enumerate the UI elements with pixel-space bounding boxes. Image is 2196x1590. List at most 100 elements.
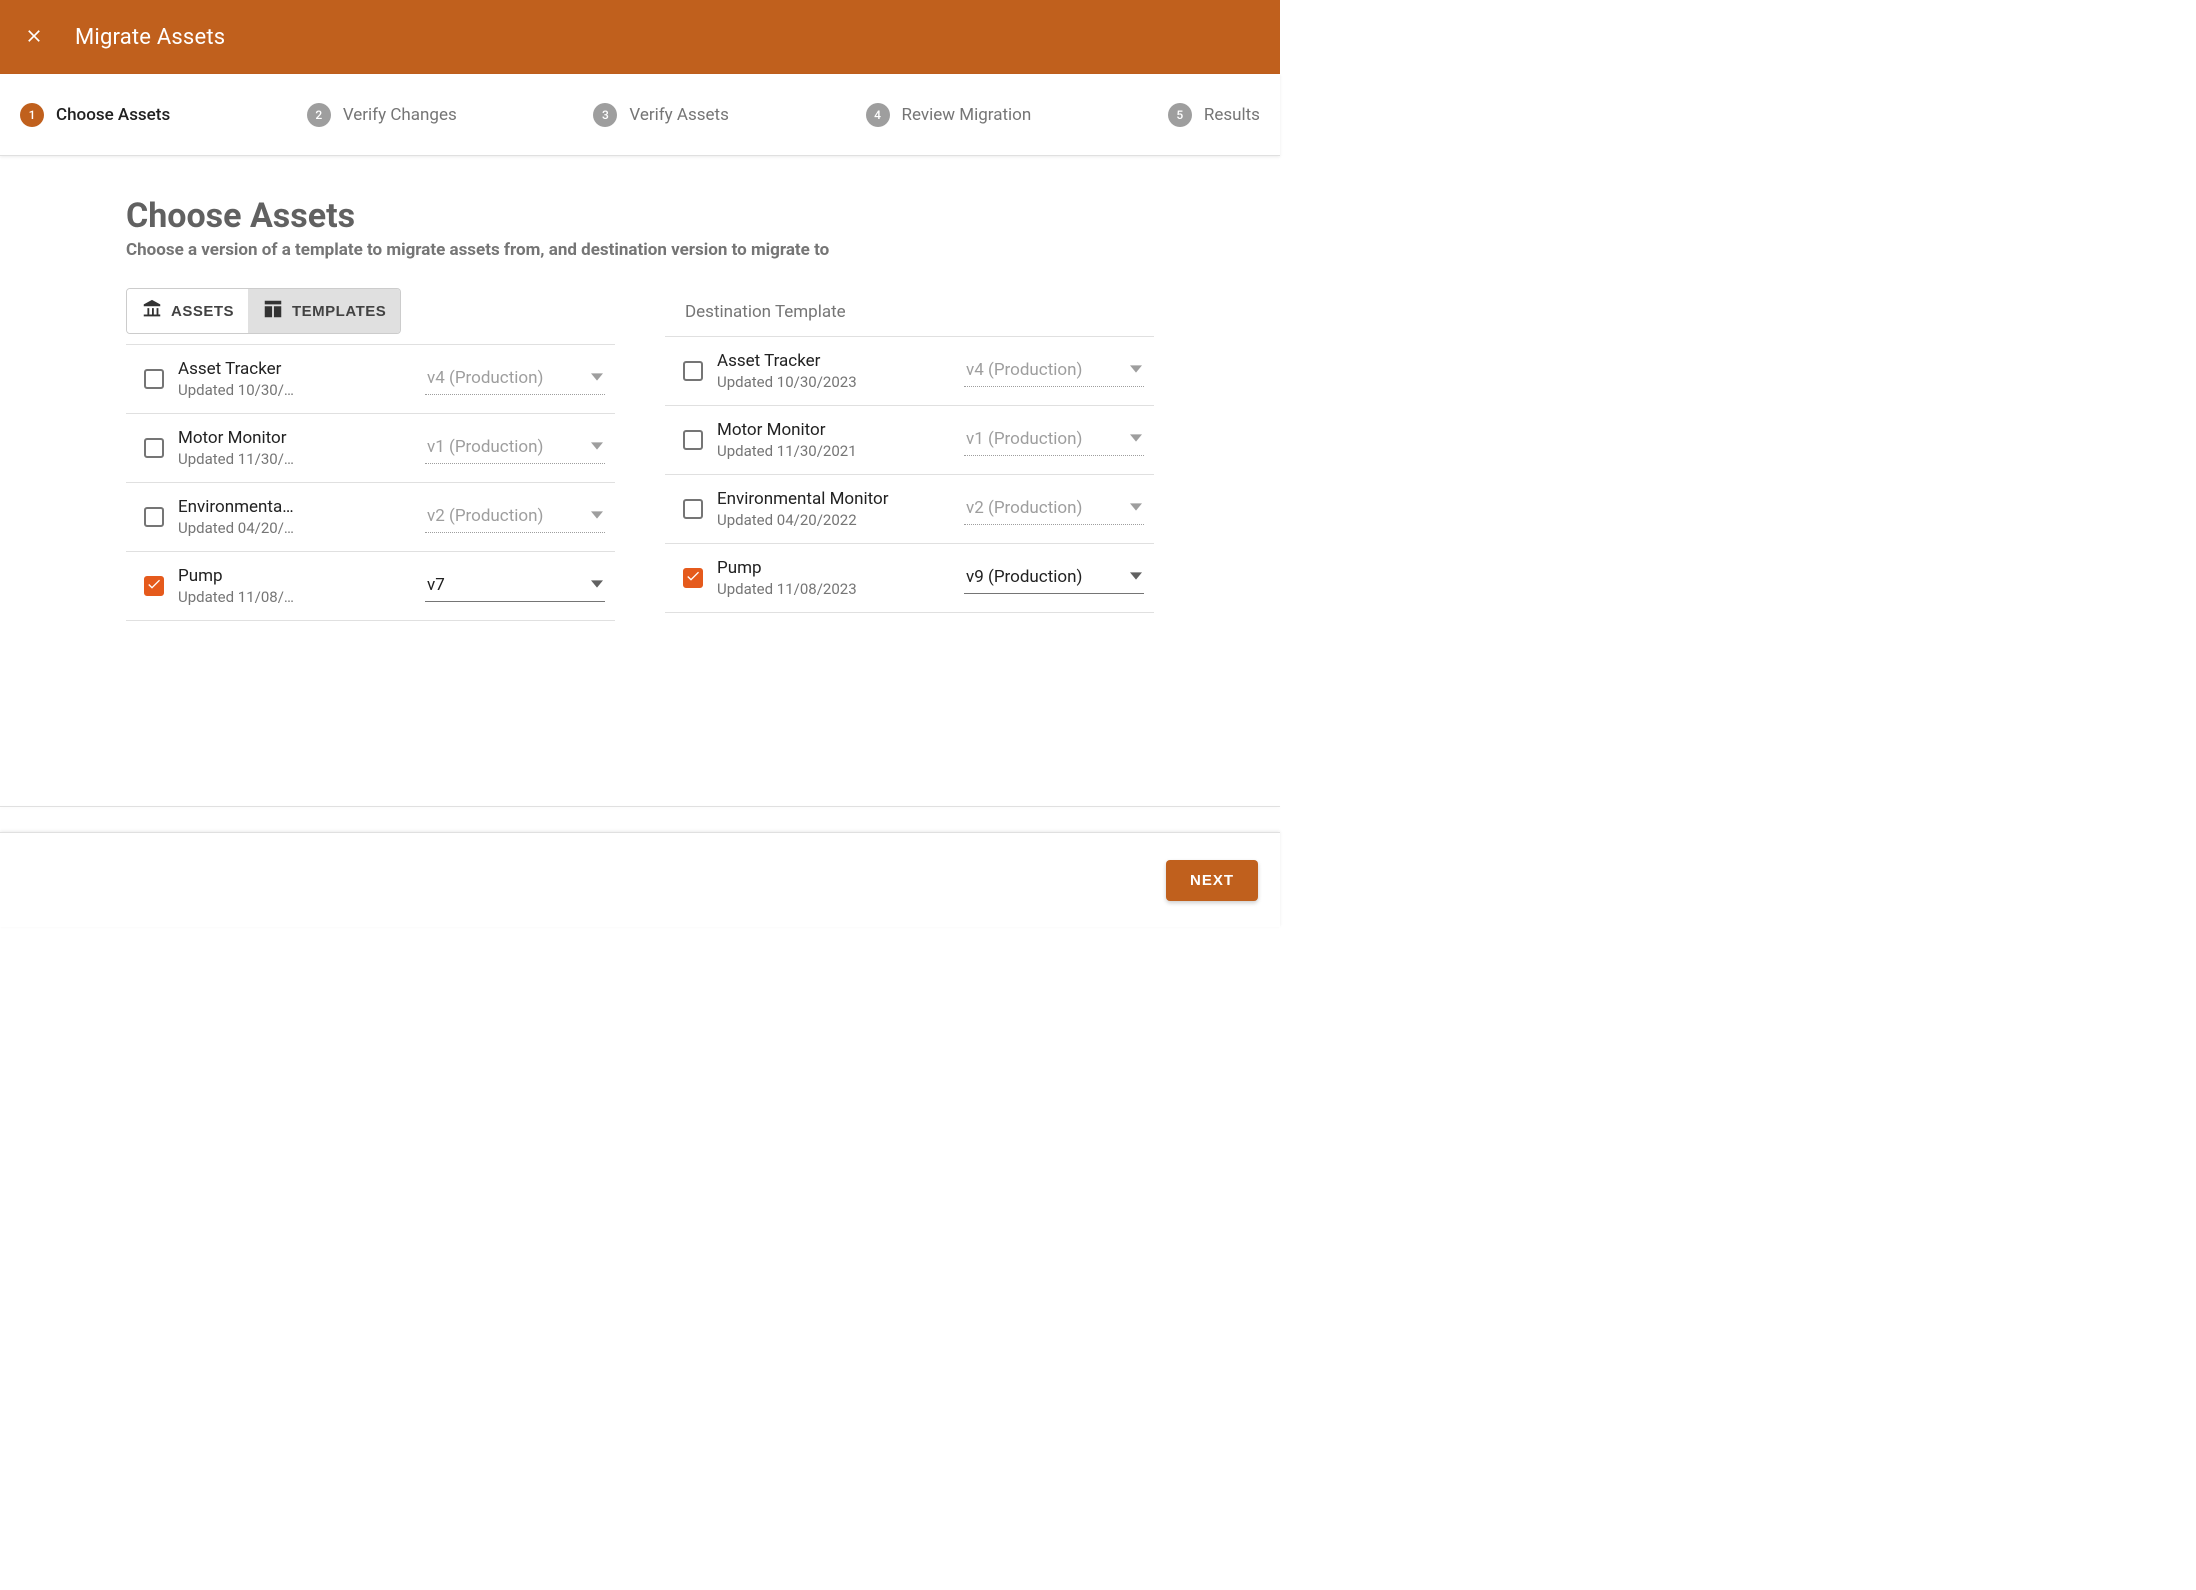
row-title: Motor Monitor (717, 420, 950, 440)
chevron-down-icon (1130, 360, 1142, 380)
chevron-down-icon (591, 437, 603, 457)
chevron-down-icon (591, 506, 603, 526)
version-select[interactable]: v4 (Production) (964, 356, 1144, 387)
checkbox[interactable] (683, 568, 703, 588)
checkbox[interactable] (683, 430, 703, 450)
version-select[interactable]: v1 (Production) (425, 433, 605, 464)
list-item: Asset Tracker Updated 10/30/… v4 (Produc… (126, 345, 615, 414)
divider (0, 806, 1280, 807)
row-subtitle: Updated 11/30/2021 (717, 442, 950, 460)
row-title: Motor Monitor (178, 428, 411, 448)
version-select[interactable]: v2 (Production) (425, 502, 605, 533)
templates-icon (262, 298, 284, 324)
row-title: Environmental Monitor (717, 489, 950, 509)
list-item: Environmenta… Updated 04/20/… v2 (Produc… (126, 483, 615, 552)
step-verify-assets[interactable]: 3 Verify Assets (593, 103, 729, 127)
close-icon (24, 26, 44, 49)
tab-templates[interactable]: TEMPLATES (248, 289, 400, 333)
row-subtitle: Updated 10/30/… (178, 381, 411, 399)
list-item: Motor Monitor Updated 11/30/2021 v1 (Pro… (665, 406, 1154, 475)
row-subtitle: Updated 11/30/… (178, 450, 411, 468)
step-badge: 5 (1168, 103, 1192, 127)
row-text: Motor Monitor Updated 11/30/2021 (717, 420, 950, 460)
version-value: v4 (Production) (966, 360, 1082, 380)
check-icon (146, 576, 162, 596)
tab-assets[interactable]: ASSETS (127, 289, 248, 333)
close-button[interactable] (20, 23, 48, 51)
tabbar: ASSETS TEMPLATES (126, 288, 401, 334)
row-subtitle: Updated 11/08/… (178, 588, 411, 606)
row-subtitle: Updated 04/20/2022 (717, 511, 950, 529)
row-text: Environmenta… Updated 04/20/… (178, 497, 411, 537)
step-label: Verify Changes (343, 105, 457, 125)
step-verify-changes[interactable]: 2 Verify Changes (307, 103, 457, 127)
chevron-down-icon (1130, 498, 1142, 518)
step-badge: 2 (307, 103, 331, 127)
step-results[interactable]: 5 Results (1168, 103, 1260, 127)
step-label: Verify Assets (629, 105, 729, 125)
version-select[interactable]: v1 (Production) (964, 425, 1144, 456)
step-badge: 1 (20, 103, 44, 127)
source-list: Asset Tracker Updated 10/30/… v4 (Produc… (126, 344, 615, 621)
version-select[interactable]: v4 (Production) (425, 364, 605, 395)
row-title: Asset Tracker (178, 359, 411, 379)
chevron-down-icon (1130, 567, 1142, 587)
page-title: Choose Assets (126, 196, 1154, 236)
row-subtitle: Updated 10/30/2023 (717, 373, 950, 391)
checkbox[interactable] (144, 369, 164, 389)
version-value: v2 (Production) (427, 506, 543, 526)
step-review-migration[interactable]: 4 Review Migration (866, 103, 1032, 127)
version-select[interactable]: v9 (Production) (964, 563, 1144, 594)
tab-assets-label: ASSETS (171, 303, 234, 320)
version-select[interactable]: v2 (Production) (964, 494, 1144, 525)
step-choose-assets[interactable]: 1 Choose Assets (20, 103, 170, 127)
row-title: Environmenta… (178, 497, 411, 517)
list-item: Pump Updated 11/08/… v7 (126, 552, 615, 621)
row-text: Asset Tracker Updated 10/30/2023 (717, 351, 950, 391)
destination-list: Asset Tracker Updated 10/30/2023 v4 (Pro… (665, 336, 1154, 613)
checkbox[interactable] (144, 438, 164, 458)
version-value: v2 (Production) (966, 498, 1082, 518)
list-item: Asset Tracker Updated 10/30/2023 v4 (Pro… (665, 337, 1154, 406)
assets-icon (141, 298, 163, 324)
app-header: Migrate Assets (0, 0, 1280, 74)
app-title: Migrate Assets (75, 25, 225, 50)
checkbox[interactable] (683, 499, 703, 519)
checkbox[interactable] (144, 576, 164, 596)
row-text: Pump Updated 11/08/… (178, 566, 411, 606)
row-title: Pump (178, 566, 411, 586)
row-text: Motor Monitor Updated 11/30/… (178, 428, 411, 468)
check-icon (685, 568, 701, 588)
step-badge: 4 (866, 103, 890, 127)
next-button[interactable]: NEXT (1166, 860, 1258, 901)
source-column: ASSETS TEMPLATES Asset Tracker Updated 1… (126, 288, 615, 621)
version-select[interactable]: v7 (425, 571, 605, 602)
stepper: 1 Choose Assets 2 Verify Changes 3 Verif… (0, 74, 1280, 156)
row-subtitle: Updated 11/08/2023 (717, 580, 950, 598)
chevron-down-icon (1130, 429, 1142, 449)
list-item: Pump Updated 11/08/2023 v9 (Production) (665, 544, 1154, 613)
version-value: v9 (Production) (966, 567, 1082, 587)
step-badge: 3 (593, 103, 617, 127)
chevron-down-icon (591, 368, 603, 388)
chevron-down-icon (591, 575, 603, 595)
list-item: Environmental Monitor Updated 04/20/2022… (665, 475, 1154, 544)
row-text: Pump Updated 11/08/2023 (717, 558, 950, 598)
page-subtitle: Choose a version of a template to migrat… (126, 240, 1154, 260)
destination-heading: Destination Template (665, 302, 1154, 322)
row-title: Pump (717, 558, 950, 578)
list-item: Motor Monitor Updated 11/30/… v1 (Produc… (126, 414, 615, 483)
step-label: Results (1204, 105, 1260, 125)
checkbox[interactable] (144, 507, 164, 527)
step-label: Choose Assets (56, 105, 170, 125)
row-title: Asset Tracker (717, 351, 950, 371)
checkbox[interactable] (683, 361, 703, 381)
row-text: Asset Tracker Updated 10/30/… (178, 359, 411, 399)
row-text: Environmental Monitor Updated 04/20/2022 (717, 489, 950, 529)
footer: NEXT (0, 832, 1280, 927)
version-value: v4 (Production) (427, 368, 543, 388)
tab-templates-label: TEMPLATES (292, 303, 386, 320)
destination-column: Destination Template Asset Tracker Updat… (665, 278, 1154, 621)
version-value: v7 (427, 575, 445, 595)
content: Choose Assets Choose a version of a temp… (0, 156, 1280, 621)
